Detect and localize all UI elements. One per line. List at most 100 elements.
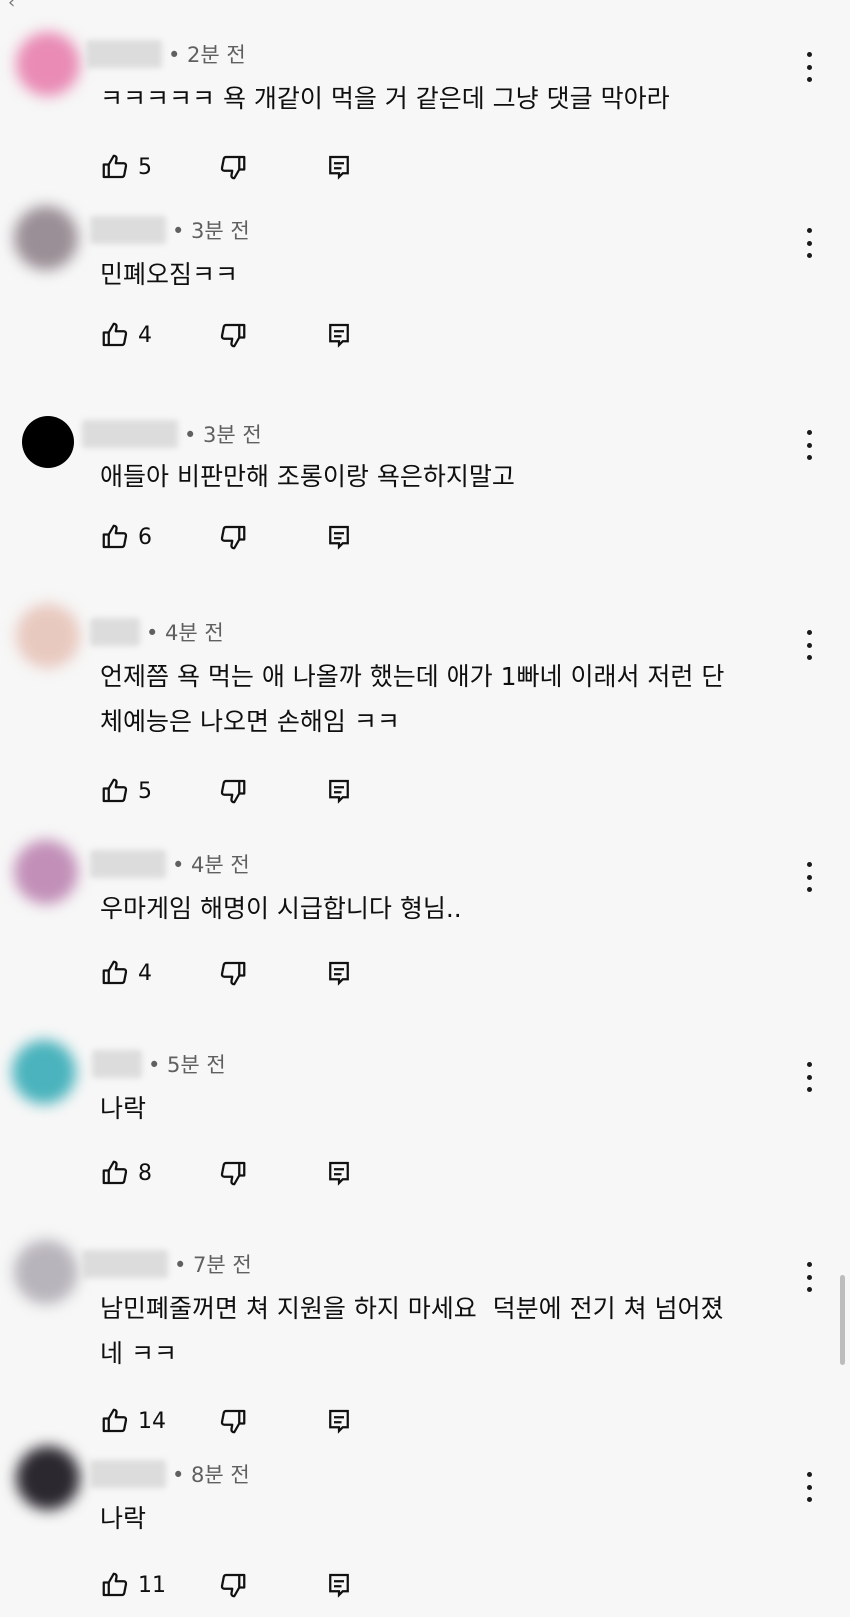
like-count: 8 <box>138 1160 152 1186</box>
like-count: 11 <box>138 1572 166 1598</box>
more-vert-icon[interactable] <box>804 862 814 892</box>
author-name-blurred[interactable] <box>82 420 178 448</box>
scrollbar[interactable] <box>840 1275 845 1365</box>
scrolled-header-fragment: ‹ <box>8 0 16 13</box>
reply-icon <box>329 1161 349 1186</box>
reply-button[interactable] <box>324 150 354 184</box>
comment-actions: 4 <box>100 318 400 352</box>
author-name-blurred[interactable] <box>86 40 162 68</box>
like-button[interactable]: 6 <box>100 520 152 554</box>
more-vert-icon[interactable] <box>804 1262 814 1292</box>
author-name-blurred[interactable] <box>90 216 166 244</box>
thumbs-up-icon <box>102 154 128 179</box>
dislike-button[interactable] <box>218 318 248 352</box>
more-vert-icon[interactable] <box>804 228 814 258</box>
like-count: 5 <box>138 154 152 180</box>
comment-text: 나락 <box>100 1094 147 1123</box>
comment-text: ㅋㅋㅋㅋㅋ 욕 개같이 먹을 거 같은데 그냥 댓글 막아라 <box>100 84 670 113</box>
avatar[interactable] <box>14 840 78 904</box>
dislike-button[interactable] <box>218 1156 248 1190</box>
avatar[interactable] <box>22 416 74 468</box>
comment-time: • 4분 전 <box>172 853 250 877</box>
comment-time: • 3분 전 <box>184 423 262 447</box>
author-name-blurred[interactable] <box>90 618 140 646</box>
reply-icon <box>329 1409 349 1434</box>
thumbs-up-icon <box>102 778 128 803</box>
more-vert-icon[interactable] <box>804 52 814 82</box>
comment-meta: • 3분 전 <box>82 420 262 448</box>
comment-actions: 5 <box>100 774 400 808</box>
reply-button[interactable] <box>324 318 354 352</box>
reply-icon <box>329 779 349 804</box>
like-count: 6 <box>138 524 152 550</box>
reply-button[interactable] <box>324 774 354 808</box>
reply-button[interactable] <box>324 1404 354 1438</box>
dislike-button[interactable] <box>218 774 248 808</box>
more-vert-icon[interactable] <box>804 630 814 660</box>
thumbs-down-icon <box>220 1573 246 1598</box>
reply-icon <box>329 155 349 180</box>
dislike-button[interactable] <box>218 1404 248 1438</box>
like-count: 4 <box>138 960 152 986</box>
comment-meta: • 4분 전 <box>90 618 224 646</box>
more-vert-icon[interactable] <box>804 430 814 460</box>
comment-meta: • 5분 전 <box>92 1050 226 1078</box>
reply-icon <box>329 1573 349 1598</box>
comment-time: • 8분 전 <box>172 1463 250 1487</box>
author-name-blurred[interactable] <box>90 850 166 878</box>
reply-button[interactable] <box>324 520 354 554</box>
reply-button[interactable] <box>324 1568 354 1602</box>
reply-button[interactable] <box>324 1156 354 1190</box>
thumbs-down-icon <box>220 525 246 550</box>
comment-actions: 8 <box>100 1156 400 1190</box>
author-name-blurred[interactable] <box>90 1460 166 1488</box>
like-count: 14 <box>138 1408 166 1434</box>
dislike-button[interactable] <box>218 1568 248 1602</box>
comment-text: 언제쯤 욕 먹는 애 나올까 했는데 애가 1빠네 이래서 저런 단 체예능은 … <box>100 662 725 736</box>
avatar[interactable] <box>14 206 78 270</box>
like-button[interactable]: 11 <box>100 1568 166 1602</box>
thumbs-down-icon <box>220 1409 246 1434</box>
avatar[interactable] <box>16 604 80 668</box>
comment-actions: 14 <box>100 1404 400 1438</box>
author-name-blurred[interactable] <box>82 1250 168 1278</box>
more-vert-icon[interactable] <box>804 1472 814 1502</box>
comment-actions: 5 <box>100 150 400 184</box>
like-button[interactable]: 4 <box>100 318 152 352</box>
comment-time: • 4분 전 <box>146 621 224 645</box>
like-button[interactable]: 5 <box>100 150 152 184</box>
dislike-button[interactable] <box>218 520 248 554</box>
comment-text: 나락 <box>100 1504 147 1533</box>
thumbs-down-icon <box>220 961 246 986</box>
comment-text: 우마게임 해명이 시급합니다 형님.. <box>100 894 462 923</box>
comment-time: • 2분 전 <box>168 43 246 67</box>
more-vert-icon[interactable] <box>804 1062 814 1092</box>
like-button[interactable]: 4 <box>100 956 152 990</box>
comment-time: • 7분 전 <box>174 1253 252 1277</box>
like-button[interactable]: 14 <box>100 1404 166 1438</box>
author-name-blurred[interactable] <box>92 1050 142 1078</box>
avatar[interactable] <box>16 1446 80 1510</box>
comment-text: 남민폐줄꺼면 쳐 지원을 하지 마세요 덕분에 전기 쳐 넘어졌 네 ㅋㅋ <box>100 1294 724 1368</box>
comment-actions: 11 <box>100 1568 400 1602</box>
thumbs-up-icon <box>102 960 128 985</box>
like-count: 5 <box>138 778 152 804</box>
thumbs-down-icon <box>220 779 246 804</box>
avatar[interactable] <box>12 1040 76 1104</box>
comment-meta: • 7분 전 <box>82 1250 252 1278</box>
reply-icon <box>329 323 349 348</box>
comment-meta: • 8분 전 <box>90 1460 250 1488</box>
dislike-button[interactable] <box>218 150 248 184</box>
dislike-button[interactable] <box>218 956 248 990</box>
comment-meta: • 3분 전 <box>90 216 250 244</box>
reply-icon <box>329 961 349 986</box>
avatar[interactable] <box>14 1240 78 1304</box>
reply-button[interactable] <box>324 956 354 990</box>
comment-meta: • 2분 전 <box>86 40 246 68</box>
avatar[interactable] <box>16 32 80 96</box>
like-button[interactable]: 5 <box>100 774 152 808</box>
like-button[interactable]: 8 <box>100 1156 152 1190</box>
thumbs-up-icon <box>102 1160 128 1185</box>
comment-text: 민폐오짐ㅋㅋ <box>100 260 239 289</box>
thumbs-up-icon <box>102 1572 128 1597</box>
